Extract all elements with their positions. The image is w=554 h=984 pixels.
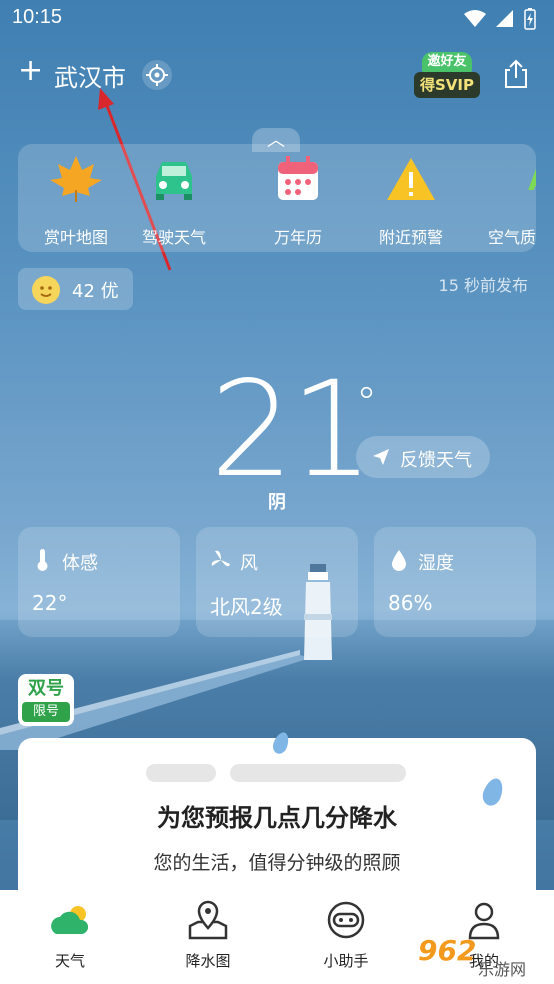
card-value: 86%	[388, 591, 433, 615]
quick-tool-label: 附近预警	[378, 228, 443, 247]
map-pin-icon	[188, 900, 228, 940]
limit-top-label: 双号	[28, 678, 64, 699]
feedback-label: 反馈天气	[400, 450, 472, 471]
quick-tool-air-quality[interactable]: A Q 空气质	[466, 154, 536, 248]
site-watermark: 962 乐游网	[418, 934, 550, 980]
degree-symbol: °	[356, 378, 377, 427]
aqi-icon: A Q	[528, 163, 536, 198]
quick-tool-driving-weather[interactable]: 驾驶天气	[114, 154, 234, 248]
humidity-drop-icon	[392, 550, 406, 571]
add-city-button[interactable]: +	[18, 56, 43, 86]
limit-bottom-label: 限号	[22, 702, 70, 722]
promo-title: 为您预报几点几分降水	[157, 804, 397, 832]
weather-condition: 阴	[268, 492, 286, 513]
card-value: 22°	[32, 591, 68, 615]
quick-tool-label: 空气质	[488, 228, 536, 247]
watermark-text: 乐游网	[478, 960, 527, 979]
promo-subtitle: 您的生活，值得分钟级的照顾	[153, 852, 401, 874]
calendar-icon	[278, 156, 318, 200]
card-label: 湿度	[418, 553, 454, 574]
card-feels-like[interactable]: 体感 22°	[18, 527, 180, 637]
quick-tool-nearby-warning[interactable]: 附近预警	[351, 154, 471, 248]
aqi-badge[interactable]: 42 优	[18, 268, 133, 310]
assistant-icon	[327, 901, 365, 939]
status-time: 10:15	[12, 6, 63, 28]
warning-icon	[387, 158, 435, 200]
send-icon	[373, 449, 389, 465]
maple-leaf-icon	[50, 156, 102, 202]
nav-assistant[interactable]: 小助手	[296, 900, 396, 971]
blurred-text	[146, 764, 216, 782]
nav-label: 降水图	[185, 952, 231, 970]
card-label: 体感	[62, 553, 98, 574]
current-temperature: 21	[210, 353, 374, 507]
status-bar: 10:15	[0, 0, 554, 36]
card-value: 北风2级	[210, 595, 283, 619]
wind-icon	[211, 550, 230, 567]
weather-icon	[51, 906, 89, 934]
blurred-text	[230, 764, 406, 782]
signal-icon	[496, 10, 513, 27]
nav-precipitation-map[interactable]: 降水图	[158, 900, 258, 971]
vip-invite-label: 邀好友	[422, 52, 472, 72]
card-label: 风	[240, 553, 258, 574]
battery-icon	[524, 8, 536, 30]
nav-label: 天气	[54, 952, 85, 970]
header: + 武汉市 邀好友 得SVIP	[0, 50, 554, 106]
svg-text:A: A	[528, 163, 536, 198]
share-icon[interactable]	[500, 58, 532, 90]
traffic-limit-badge[interactable]: 双号 限号	[18, 674, 74, 726]
card-humidity[interactable]: 湿度 86%	[374, 527, 536, 637]
quick-tool-label: 万年历	[273, 228, 322, 247]
thermometer-icon	[37, 549, 48, 571]
quick-tool-label: 驾驶天气	[141, 228, 206, 247]
aqi-value: 42 优	[72, 281, 119, 302]
watermark-number: 962	[418, 934, 477, 967]
wifi-icon	[464, 10, 486, 27]
vip-svip-label: 得SVIP	[414, 72, 480, 98]
publish-time: 15 秒前发布	[438, 276, 528, 295]
quick-tools-bar: 赏叶地图 驾驶天气 万年历 附近预警 A Q 空气质	[18, 144, 536, 252]
card-wind[interactable]: 风 北风2级	[196, 527, 358, 637]
nav-weather[interactable]: 天气	[20, 900, 120, 971]
smile-face-icon	[32, 276, 60, 304]
quick-tool-calendar[interactable]: 万年历	[238, 154, 358, 248]
nav-label: 小助手	[323, 952, 369, 970]
car-icon	[156, 162, 192, 200]
feedback-weather-button[interactable]: 反馈天气	[356, 436, 490, 478]
invite-svip-button[interactable]: 邀好友 得SVIP	[414, 52, 480, 98]
